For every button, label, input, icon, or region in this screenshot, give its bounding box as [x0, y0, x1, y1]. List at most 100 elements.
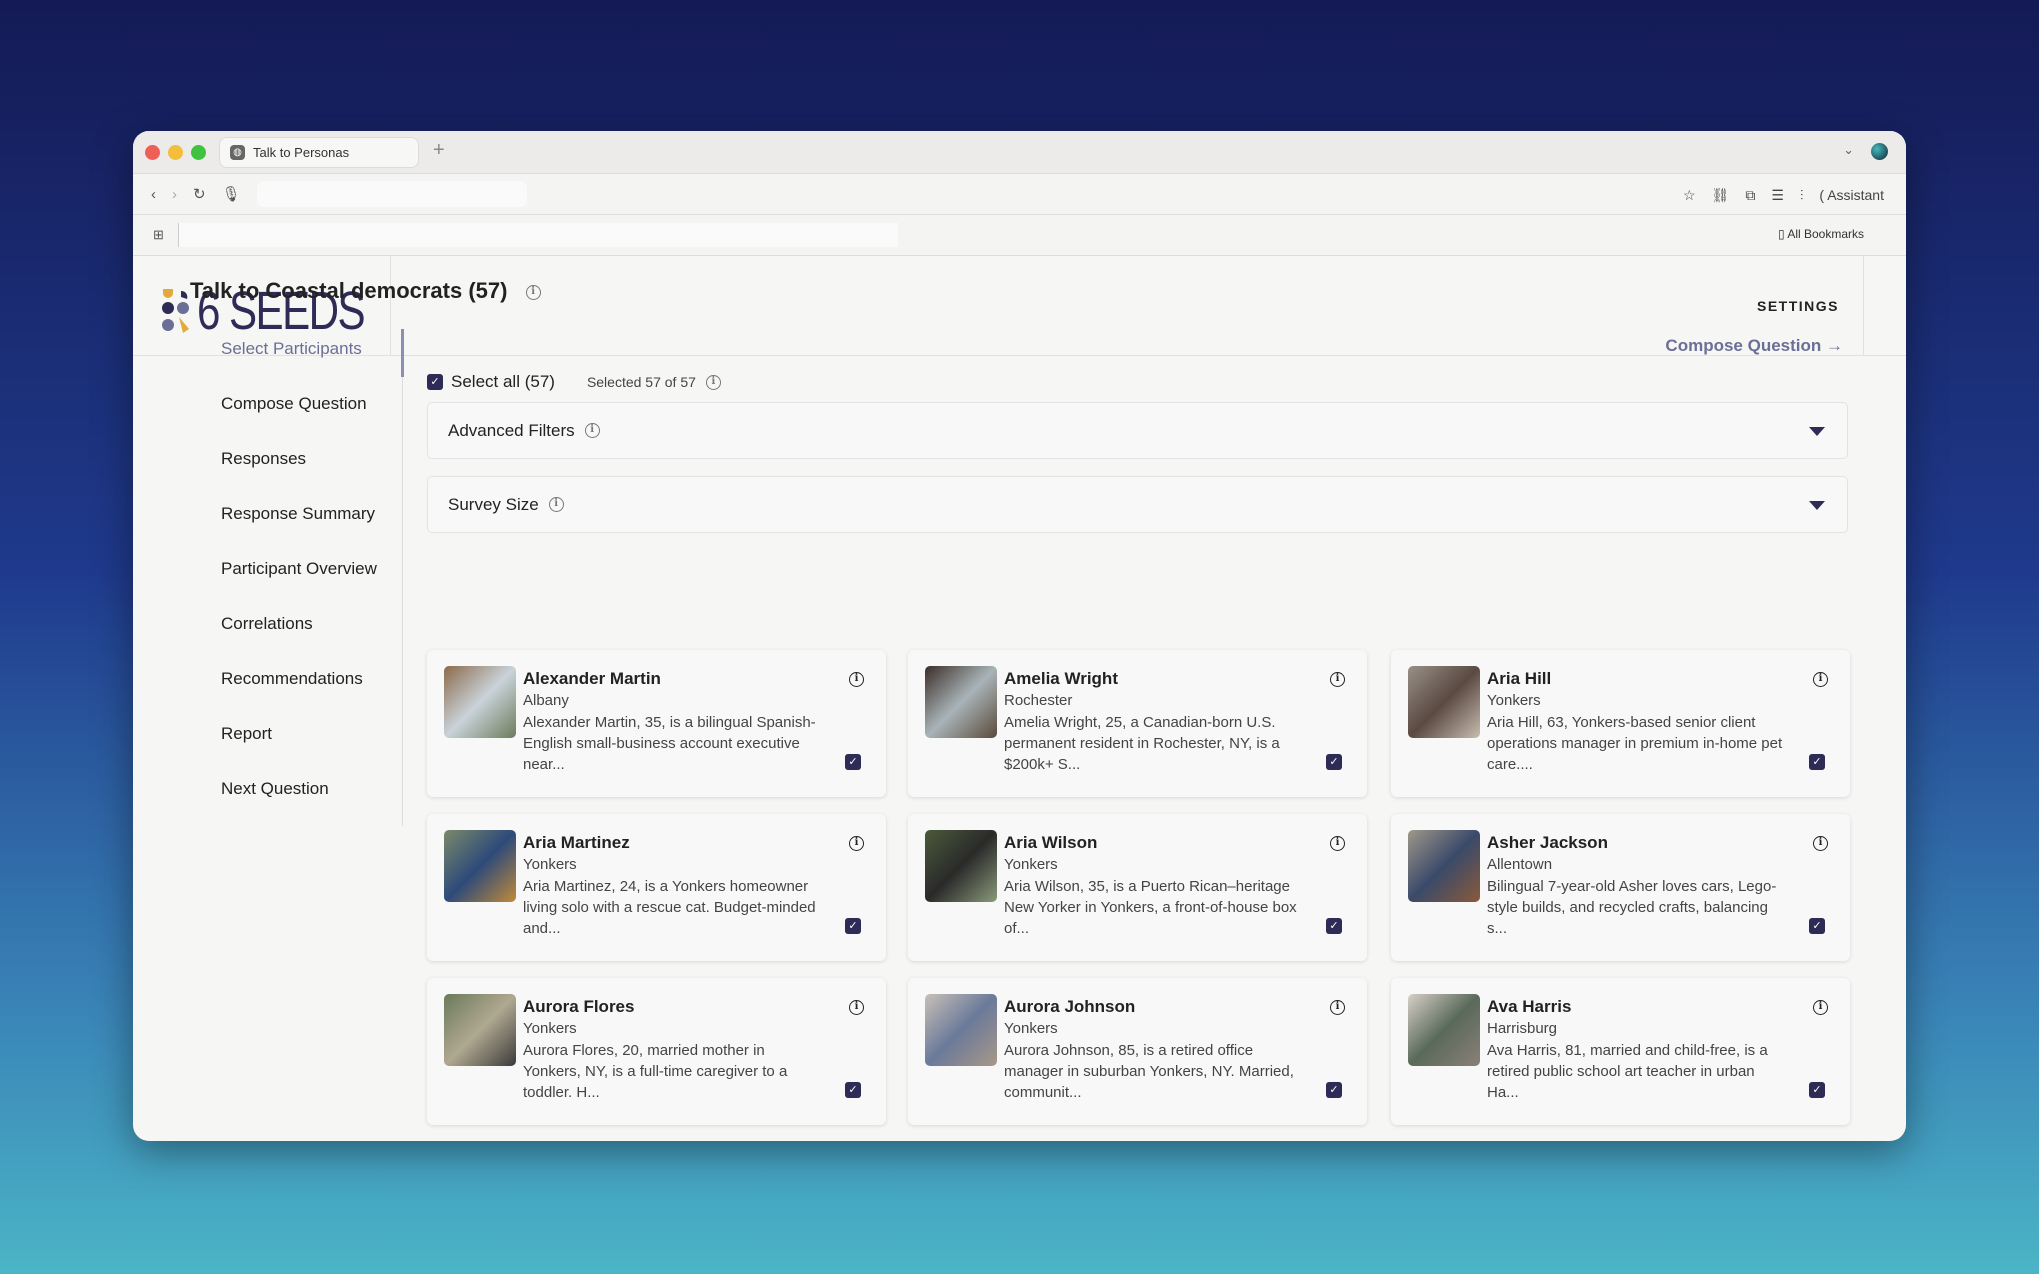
all-bookmarks-button[interactable]: ▯ All Bookmarks: [1778, 227, 1864, 241]
new-tab-button[interactable]: +: [433, 139, 445, 162]
microphone-icon[interactable]: 🎙: [222, 185, 241, 203]
participant-name: Aurora Flores: [523, 997, 635, 1016]
info-icon[interactable]: i: [1813, 672, 1828, 687]
participant-checkbox[interactable]: ✓: [1326, 918, 1342, 934]
info-icon[interactable]: i: [1813, 836, 1828, 851]
star-icon[interactable]: ☆: [1683, 187, 1696, 204]
browser-toolbar: ‹ › ↻ 🎙 ☆ ⛓ ⧉ ☰ ⫶ ( Assistant: [133, 173, 1906, 215]
participant-checkbox[interactable]: ✓: [1809, 1082, 1825, 1098]
participant-card[interactable]: Aria Martinez Yonkers Aria Martinez, 24,…: [427, 814, 886, 961]
participant-photo: [925, 666, 997, 738]
info-icon[interactable]: i: [1330, 672, 1345, 687]
sidebar-item-select-participants[interactable]: Select Participants: [221, 329, 377, 384]
info-icon[interactable]: i: [705, 374, 721, 390]
participant-name: Aria Martinez: [523, 833, 630, 852]
sidebar-item-correlations[interactable]: Correlations: [221, 604, 377, 659]
participant-checkbox[interactable]: ✓: [1326, 754, 1342, 770]
back-icon[interactable]: ‹: [151, 186, 156, 203]
participant-card[interactable]: Aurora Flores Yonkers Aurora Flores, 20,…: [427, 978, 886, 1125]
participant-description: Aria Wilson, 35, is a Puerto Rican–herit…: [1004, 878, 1297, 937]
browser-tab[interactable]: ◍ Talk to Personas: [219, 137, 419, 168]
survey-size-accordion[interactable]: Survey Size i: [427, 476, 1848, 533]
audio-icon[interactable]: ⫶: [1800, 187, 1804, 204]
participant-checkbox[interactable]: ✓: [1809, 918, 1825, 934]
participant-city: Yonkers: [523, 1020, 577, 1037]
participant-city: Yonkers: [523, 856, 577, 873]
select-all-label[interactable]: Select all (57): [451, 372, 555, 392]
sidebar-item-participant-overview[interactable]: Participant Overview: [221, 549, 377, 604]
extensions-icon[interactable]: ⧉: [1745, 187, 1755, 204]
participant-checkbox[interactable]: ✓: [1326, 1082, 1342, 1098]
participant-card[interactable]: Amelia Wright Rochester Amelia Wright, 2…: [908, 650, 1367, 797]
participant-card[interactable]: Ava Harris Harrisburg Ava Harris, 81, ma…: [1391, 978, 1850, 1125]
apps-grid-icon[interactable]: ⊞: [153, 227, 164, 243]
info-icon[interactable]: i: [849, 1000, 864, 1015]
divider: [1863, 256, 1864, 355]
participant-city: Yonkers: [1004, 1020, 1058, 1037]
participant-photo: [925, 830, 997, 902]
participant-description: Ava Harris, 81, married and child-free, …: [1487, 1042, 1768, 1101]
settings-link[interactable]: SETTINGS: [1757, 298, 1839, 314]
page-title: Talk to Coastal democrats (57) i: [190, 278, 541, 304]
participant-photo: [1408, 830, 1480, 902]
participant-checkbox[interactable]: ✓: [845, 754, 861, 770]
participant-description: Alexander Martin, 35, is a bilingual Spa…: [523, 714, 816, 773]
sidebar-item-response-summary[interactable]: Response Summary: [221, 494, 377, 549]
info-icon[interactable]: i: [849, 672, 864, 687]
selected-count: Selected 57 of 57: [586, 374, 696, 390]
info-icon[interactable]: i: [849, 836, 864, 851]
info-icon[interactable]: i: [525, 284, 541, 300]
compose-question-link[interactable]: Compose Question →: [1665, 336, 1843, 356]
select-all-row: ✓ Select all (57) Selected 57 of 57 i: [427, 372, 721, 392]
sidebar-item-next-question[interactable]: Next Question: [221, 769, 377, 824]
forward-icon[interactable]: ›: [172, 186, 177, 203]
select-all-checkbox[interactable]: ✓: [427, 374, 443, 390]
participant-checkbox[interactable]: ✓: [1809, 754, 1825, 770]
sidebar-item-report[interactable]: Report: [221, 714, 377, 769]
address-bar[interactable]: [256, 181, 527, 207]
participant-card[interactable]: Alexander Martin Albany Alexander Martin…: [427, 650, 886, 797]
link-icon[interactable]: ⛓: [1712, 187, 1730, 204]
tab-bar: ◍ Talk to Personas + ⌄: [133, 131, 1906, 173]
reload-icon[interactable]: ↻: [193, 185, 206, 203]
info-icon[interactable]: i: [1330, 836, 1345, 851]
participant-photo: [444, 666, 516, 738]
participant-description: Aria Martinez, 24, is a Yonkers homeowne…: [523, 878, 816, 937]
participant-checkbox[interactable]: ✓: [845, 918, 861, 934]
info-icon[interactable]: i: [584, 423, 600, 438]
sidebar: Select Participants Compose Question Res…: [221, 329, 377, 824]
participant-description: Amelia Wright, 25, a Canadian-born U.S. …: [1004, 714, 1280, 773]
chevron-down-icon[interactable]: ⌄: [1843, 142, 1854, 158]
participant-description: Aurora Flores, 20, married mother in Yon…: [523, 1042, 788, 1101]
sidebar-item-recommendations[interactable]: Recommendations: [221, 659, 377, 714]
all-bookmarks-label: All Bookmarks: [1787, 227, 1864, 241]
participant-city: Yonkers: [1487, 692, 1541, 709]
participant-card[interactable]: Aria Wilson Yonkers Aria Wilson, 35, is …: [908, 814, 1367, 961]
sidebar-divider: [402, 329, 403, 826]
advanced-filters-label: Advanced Filters: [448, 420, 575, 440]
sidebar-item-responses[interactable]: Responses: [221, 439, 377, 494]
participant-card[interactable]: Aurora Johnson Yonkers Aurora Johnson, 8…: [908, 978, 1367, 1125]
sidebar-item-compose-question[interactable]: Compose Question: [221, 384, 377, 439]
survey-size-label: Survey Size: [448, 494, 539, 514]
participant-card[interactable]: Asher Jackson Allentown Bilingual 7-year…: [1391, 814, 1850, 961]
divider: [390, 256, 391, 355]
participant-checkbox[interactable]: ✓: [845, 1082, 861, 1098]
profile-avatar[interactable]: [1871, 143, 1888, 160]
close-window-button[interactable]: [145, 145, 160, 160]
participant-card[interactable]: Aria Hill Yonkers Aria Hill, 63, Yonkers…: [1391, 650, 1850, 797]
assistant-button[interactable]: ( Assistant: [1819, 187, 1884, 203]
menu-icon[interactable]: ☰: [1771, 187, 1784, 204]
minimize-window-button[interactable]: [168, 145, 183, 160]
page-title-text: Talk to Coastal democrats (57): [190, 278, 508, 303]
caret-down-icon: [1809, 427, 1825, 436]
maximize-window-button[interactable]: [191, 145, 206, 160]
info-icon[interactable]: i: [1813, 1000, 1828, 1015]
info-icon[interactable]: i: [548, 497, 564, 512]
app: 6 SEEDS SETTINGS Talk to Coastal democra…: [133, 256, 1906, 1125]
info-icon[interactable]: i: [1330, 1000, 1345, 1015]
sidebar-active-indicator: [401, 329, 404, 377]
advanced-filters-accordion[interactable]: Advanced Filters i: [427, 402, 1848, 459]
participant-name: Amelia Wright: [1004, 669, 1118, 688]
participant-description: Aurora Johnson, 85, is a retired office …: [1004, 1042, 1294, 1101]
